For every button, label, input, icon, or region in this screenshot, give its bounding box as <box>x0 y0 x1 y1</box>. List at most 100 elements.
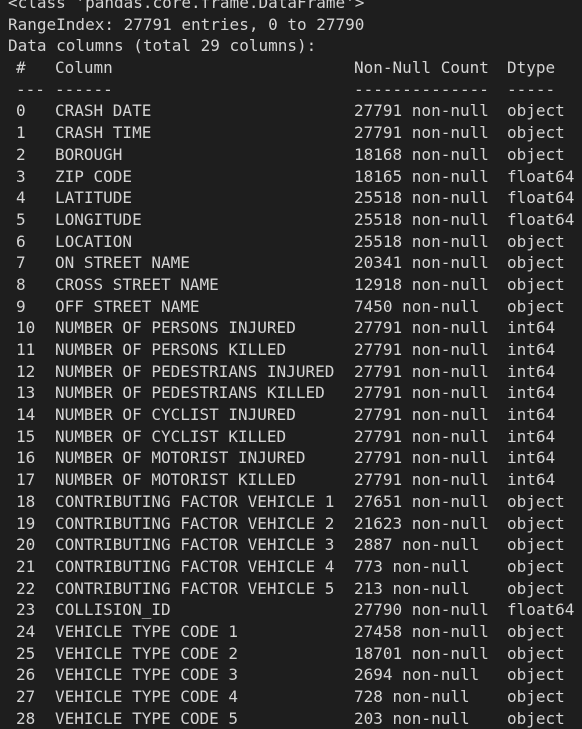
table-row: 7 ON STREET NAME 20341 non-null object <box>0 252 582 274</box>
data-columns-text: Data columns (total 29 columns): <box>8 36 317 56</box>
row-column-name: NUMBER OF MOTORIST INJURED <box>55 448 306 468</box>
row-column-name: NUMBER OF MOTORIST KILLED <box>55 470 296 490</box>
row-non-null-count: 27791 non-null <box>354 340 489 359</box>
row-non-null-count: 27791 non-null <box>354 426 489 446</box>
row-dtype: object <box>507 556 565 576</box>
row-column-name: LATITUDE <box>55 188 133 208</box>
row-dtype: float64 <box>507 600 575 620</box>
dataframe-class-text: <class 'pandas.core.frame.DataFrame'> <box>8 0 365 12</box>
table-row: 24 VEHICLE TYPE CODE 1 27458 non-null objec… <box>0 621 582 643</box>
row-index: 19 <box>16 513 36 533</box>
row-index: 13 <box>16 383 36 403</box>
row-column-name: NUMBER OF PEDESTRIANS INJURED <box>55 361 335 381</box>
row-non-null-count: 18701 non-null <box>354 643 489 663</box>
row-dtype: float64 <box>507 166 575 186</box>
row-dtype: object <box>507 274 565 294</box>
row-column-name: VEHICLE TYPE CODE 3 <box>55 665 239 685</box>
table-row: 22 CONTRIBUTING FACTOR VEHICLE 5 213 non-n… <box>0 578 582 600</box>
row-dtype: float64 <box>507 209 575 229</box>
table-row: 21 CONTRIBUTING FACTOR VEHICLE 4 773 non-n… <box>0 556 582 578</box>
row-dtype: object <box>507 621 565 641</box>
table-row: 20 CONTRIBUTING FACTOR VEHICLE 3 2887 non-… <box>0 534 582 556</box>
row-dtype: object <box>507 708 565 728</box>
row-non-null-count: 213 non-null <box>354 578 470 598</box>
row-index: 25 <box>16 643 36 663</box>
table-row: 18 CONTRIBUTING FACTOR VEHICLE 1 27651 non… <box>0 491 582 513</box>
separator-column: ------ <box>55 79 113 99</box>
separator-non-null-count: -------------- <box>354 79 489 99</box>
row-index: 7 <box>16 253 26 273</box>
row-column-name: BOROUGH <box>55 144 123 164</box>
row-dtype: object <box>507 643 565 663</box>
header-dtype: Dtype <box>507 58 556 78</box>
row-dtype: int64 <box>507 405 556 425</box>
header-index: # <box>16 58 26 78</box>
row-index: 18 <box>16 491 36 511</box>
row-dtype: object <box>507 513 565 533</box>
row-index: 28 <box>16 708 36 728</box>
row-non-null-count: 27790 non-null <box>354 600 489 620</box>
row-column-name: NUMBER OF PERSONS KILLED <box>55 340 287 359</box>
row-dtype: object <box>507 491 565 511</box>
row-column-name: NUMBER OF PERSONS INJURED <box>55 318 296 338</box>
row-column-name: CONTRIBUTING FACTOR VEHICLE 4 <box>55 556 335 576</box>
row-dtype: int64 <box>507 470 556 490</box>
table-row: 10 NUMBER OF PERSONS INJURED 27791 non-nul… <box>0 317 582 339</box>
table-row: 27 VEHICLE TYPE CODE 4 728 non-null object <box>0 686 582 708</box>
row-index: 26 <box>16 665 36 685</box>
row-index: 27 <box>16 687 36 706</box>
row-non-null-count: 2694 non-null <box>354 665 480 685</box>
row-index: 6 <box>16 231 26 251</box>
row-non-null-count: 27791 non-null <box>354 448 489 468</box>
row-index: 16 <box>16 448 36 468</box>
table-row: 19 CONTRIBUTING FACTOR VEHICLE 2 21623 non… <box>0 513 582 535</box>
row-index: 4 <box>16 188 26 208</box>
table-row: 26 VEHICLE TYPE CODE 3 2694 non-null object <box>0 664 582 686</box>
row-dtype: int64 <box>507 340 556 359</box>
row-dtype: object <box>507 144 565 164</box>
table-row: 28 VEHICLE TYPE CODE 5 203 non-null object <box>0 708 582 729</box>
row-column-name: CONTRIBUTING FACTOR VEHICLE 3 <box>55 535 335 555</box>
row-dtype: int64 <box>507 426 556 446</box>
table-row: 25 VEHICLE TYPE CODE 2 18701 non-null objec… <box>0 643 582 665</box>
table-row: 16 NUMBER OF MOTORIST INJURED 27791 non-nu… <box>0 447 582 469</box>
table-row: 9 OFF STREET NAME 7450 non-null object <box>0 296 582 318</box>
row-dtype: object <box>507 123 565 143</box>
row-non-null-count: 27791 non-null <box>354 123 489 143</box>
range-index-line: RangeIndex: 27791 entries, 0 to 27790 <box>0 14 582 36</box>
row-non-null-count: 27791 non-null <box>354 383 489 403</box>
header-non-null-count: Non-Null Count <box>354 58 489 78</box>
row-non-null-count: 27791 non-null <box>354 405 489 425</box>
row-index: 22 <box>16 578 36 598</box>
table-row: 6 LOCATION 25518 non-null object <box>0 231 582 253</box>
row-non-null-count: 2887 non-null <box>354 535 480 555</box>
dataframe-class-line: <class 'pandas.core.frame.DataFrame'> <box>0 0 582 14</box>
row-non-null-count: 18168 non-null <box>354 144 489 164</box>
row-column-name: CRASH DATE <box>55 101 152 121</box>
column-info-rows: 0 CRASH DATE 27791 non-null object 1 CRASH TI… <box>0 100 582 729</box>
table-separator-row: --- ------ -------------- ----- <box>0 79 582 101</box>
row-non-null-count: 21623 non-null <box>354 513 489 533</box>
table-row: 15 NUMBER OF CYCLIST KILLED 27791 non-null… <box>0 426 582 448</box>
row-index: 2 <box>16 144 26 164</box>
row-index: 11 <box>16 340 36 359</box>
row-column-name: NUMBER OF CYCLIST INJURED <box>55 405 296 425</box>
row-column-name: ON STREET NAME <box>55 253 190 273</box>
row-index: 23 <box>16 600 36 620</box>
row-dtype: object <box>507 101 565 121</box>
row-non-null-count: 25518 non-null <box>354 188 489 208</box>
row-dtype: int64 <box>507 448 556 468</box>
row-non-null-count: 773 non-null <box>354 556 470 576</box>
row-column-name: CONTRIBUTING FACTOR VEHICLE 2 <box>55 513 335 533</box>
separator-index: --- <box>16 79 45 99</box>
table-row: 1 CRASH TIME 27791 non-null object <box>0 122 582 144</box>
table-row: 23 COLLISION_ID 27790 non-null float64 <box>0 599 582 621</box>
row-dtype: object <box>507 687 565 706</box>
row-dtype: object <box>507 535 565 555</box>
row-column-name: LONGITUDE <box>55 209 142 229</box>
row-column-name: VEHICLE TYPE CODE 4 <box>55 687 239 706</box>
row-non-null-count: 203 non-null <box>354 708 470 728</box>
row-dtype: object <box>507 665 565 685</box>
row-index: 12 <box>16 361 36 381</box>
header-column: Column <box>55 58 113 78</box>
